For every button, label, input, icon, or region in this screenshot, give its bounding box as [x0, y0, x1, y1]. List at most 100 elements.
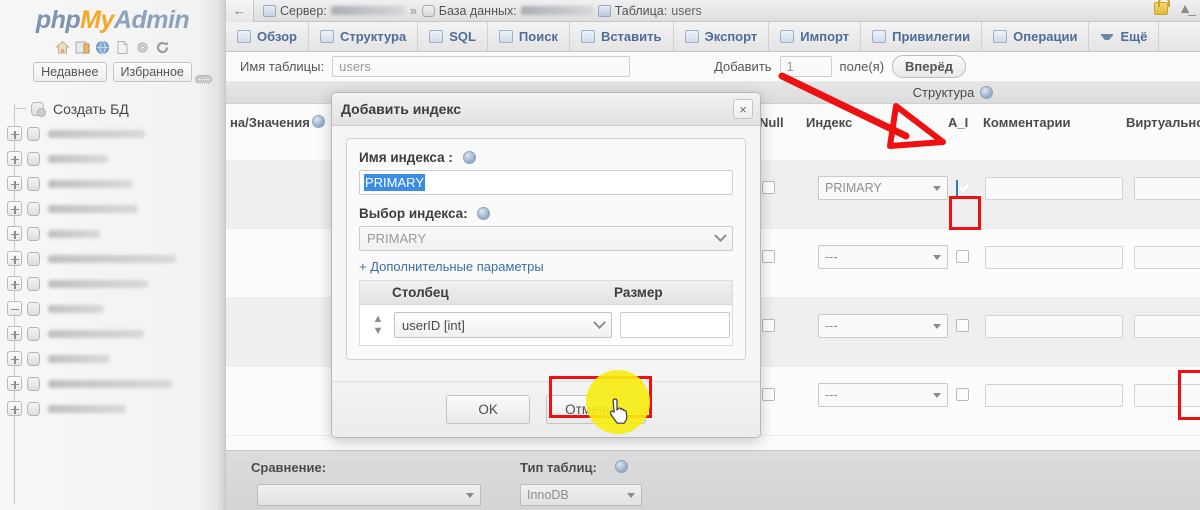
db-tree-item[interactable]: [0, 321, 226, 346]
add-fields-count-input[interactable]: [780, 56, 832, 77]
docs-icon[interactable]: [115, 40, 130, 55]
recent-button[interactable]: Недавнее: [33, 62, 106, 82]
go-button[interactable]: Вперёд: [892, 55, 966, 78]
dialog-body: Имя индекса : PRIMARY Выбор индекса: PRI…: [332, 126, 760, 360]
reload-icon[interactable]: [155, 40, 170, 55]
cancel-button[interactable]: Отменить: [546, 395, 646, 424]
tab-operations[interactable]: Операции: [982, 22, 1089, 51]
tab-sql[interactable]: SQL: [418, 22, 488, 51]
db-tree-item[interactable]: [0, 346, 226, 371]
globe-icon[interactable]: [95, 40, 110, 55]
breadcrumb-database[interactable]: База данных:: [422, 4, 593, 18]
null-checkbox[interactable]: [762, 319, 775, 332]
comment-input[interactable]: [985, 315, 1123, 338]
index-select[interactable]: ---: [818, 314, 948, 338]
help-icon[interactable]: [477, 207, 490, 220]
ok-button[interactable]: OK: [446, 395, 530, 424]
table-type-select[interactable]: InnoDB: [520, 484, 642, 506]
db-tree-item[interactable]: [0, 396, 226, 421]
help-icon[interactable]: [980, 86, 993, 99]
advanced-options-link[interactable]: + Дополнительные параметры: [359, 259, 733, 274]
create-db-item[interactable]: Создать БД: [0, 96, 226, 121]
tab-structure[interactable]: Структура: [309, 22, 418, 51]
tab-import[interactable]: Импорт: [769, 22, 861, 51]
help-icon[interactable]: [615, 460, 628, 473]
index-select-value: ---: [825, 250, 838, 264]
home-icon[interactable]: [55, 40, 70, 55]
index-choice-select[interactable]: PRIMARY: [359, 226, 733, 251]
index-name-input[interactable]: PRIMARY: [359, 170, 733, 195]
collapse-icon[interactable]: [7, 301, 22, 316]
auto-increment-checkbox[interactable]: [956, 250, 969, 263]
db-tree-item[interactable]: [0, 146, 226, 171]
expand-icon[interactable]: [7, 351, 22, 366]
db-tree-item[interactable]: [0, 371, 226, 396]
tab-privileges[interactable]: Привилегии: [861, 22, 982, 51]
redacted-db-name: [48, 280, 148, 288]
breadcrumb-server[interactable]: Сервер:: [263, 4, 405, 18]
tab-export[interactable]: Экспорт: [674, 22, 770, 51]
lock-icon[interactable]: [1154, 2, 1168, 15]
expand-icon[interactable]: [7, 226, 22, 241]
index-columns-table: Столбец Размер ▲▼ userID [int]: [359, 280, 733, 346]
sidebar-resize-handle[interactable]: [195, 75, 212, 84]
expand-icon[interactable]: [7, 201, 22, 216]
expand-icon[interactable]: [7, 401, 22, 416]
breadcrumb-table[interactable]: Таблица: users: [598, 4, 702, 18]
expand-icon[interactable]: [7, 251, 22, 266]
tab-more[interactable]: Ещё: [1089, 22, 1159, 51]
virtuality-input[interactable]: [1134, 315, 1200, 338]
index-select[interactable]: ---: [818, 245, 948, 269]
auto-increment-checkbox[interactable]: [956, 388, 969, 401]
index-select[interactable]: ---: [818, 383, 948, 407]
null-checkbox[interactable]: [762, 388, 775, 401]
auto-increment-checkbox[interactable]: [956, 319, 969, 332]
phpmyadmin-logo[interactable]: phpMyAdmin: [0, 0, 225, 35]
chevron-down-icon: [714, 229, 727, 242]
expand-icon[interactable]: [7, 151, 22, 166]
db-tree-item-expanded[interactable]: [0, 296, 226, 321]
virtuality-input[interactable]: [1134, 177, 1200, 200]
virtuality-input[interactable]: [1134, 246, 1200, 269]
db-tree-item[interactable]: [0, 246, 226, 271]
db-tree-item[interactable]: [0, 221, 226, 246]
sql-query-icon[interactable]: [75, 40, 90, 55]
comment-input[interactable]: [985, 177, 1123, 200]
tab-browse[interactable]: Обзор: [226, 22, 309, 51]
index-column-select[interactable]: userID [int]: [394, 312, 612, 338]
db-tree-item[interactable]: [0, 121, 226, 146]
chevron-down-icon: [1100, 34, 1114, 40]
auto-increment-checkbox[interactable]: [956, 180, 958, 197]
comment-input[interactable]: [985, 384, 1123, 407]
tab-label: Экспорт: [705, 29, 758, 44]
index-select[interactable]: PRIMARY: [818, 176, 948, 200]
tab-insert[interactable]: Вставить: [570, 22, 674, 51]
expand-icon[interactable]: [7, 326, 22, 341]
drag-handle-icon[interactable]: ▲▼: [362, 313, 394, 337]
null-checkbox[interactable]: [762, 181, 775, 194]
db-tree-item[interactable]: [0, 271, 226, 296]
db-tree-item[interactable]: [0, 171, 226, 196]
collation-select[interactable]: [257, 484, 481, 506]
db-tree-item[interactable]: [0, 196, 226, 221]
logo-my-text: My: [80, 6, 114, 34]
chevron-down-icon: [933, 186, 941, 191]
null-checkbox[interactable]: [762, 250, 775, 263]
back-button[interactable]: ←: [226, 0, 254, 22]
virtuality-input[interactable]: [1134, 384, 1200, 407]
expand-icon[interactable]: [7, 376, 22, 391]
settings-icon[interactable]: [135, 40, 150, 55]
close-icon[interactable]: ×: [733, 99, 753, 119]
dialog-title-bar[interactable]: Добавить индекс ×: [332, 93, 760, 126]
help-icon[interactable]: [463, 151, 476, 164]
table-name-input[interactable]: [332, 56, 630, 77]
tab-search[interactable]: Поиск: [488, 22, 570, 51]
expand-icon[interactable]: [7, 176, 22, 191]
help-icon[interactable]: [312, 115, 325, 128]
expand-icon[interactable]: [7, 276, 22, 291]
comment-input[interactable]: [985, 246, 1123, 269]
index-size-input[interactable]: [620, 312, 730, 338]
collapse-up-icon[interactable]: ▲̲: [1178, 2, 1192, 15]
favorites-button[interactable]: Избранное: [113, 62, 192, 82]
expand-icon[interactable]: [7, 126, 22, 141]
